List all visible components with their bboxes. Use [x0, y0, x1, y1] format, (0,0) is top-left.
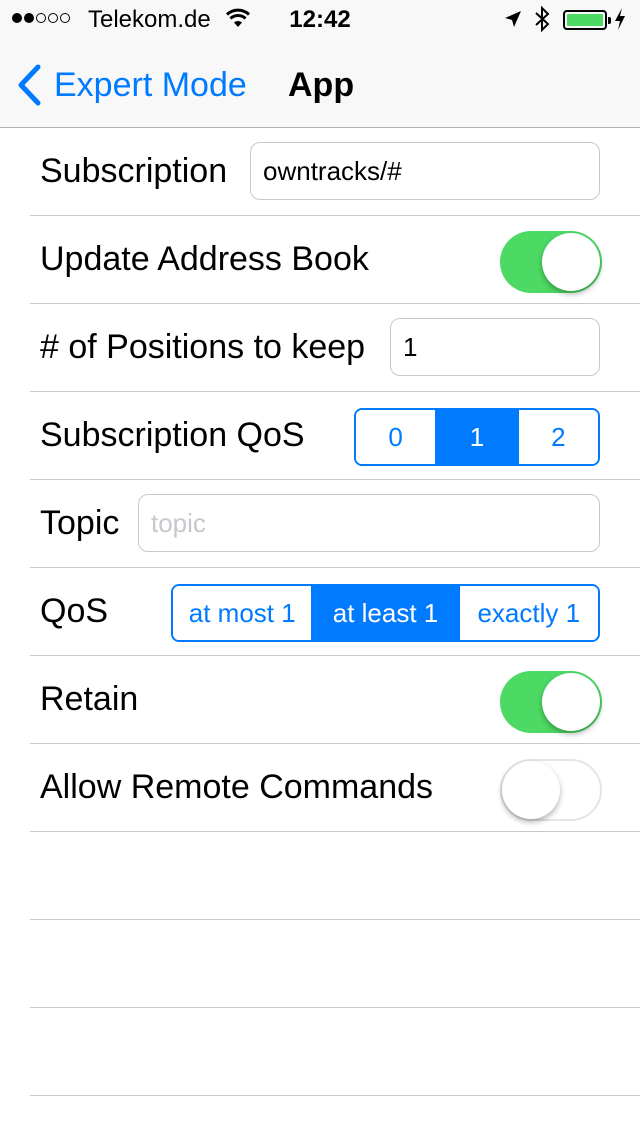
topic-row: Topic: [30, 480, 640, 568]
battery-icon: [563, 10, 611, 30]
positions-to-keep-row: # of Positions to keep: [30, 304, 640, 392]
page-title: App: [288, 66, 355, 104]
topic-field[interactable]: [138, 494, 600, 552]
retain-switch[interactable]: [500, 671, 602, 733]
subscription-row: Subscription: [30, 128, 640, 216]
retain-label: Retain: [40, 680, 139, 718]
navigation-bar: Expert Mode App: [0, 40, 640, 128]
retain-row: Retain: [30, 656, 640, 744]
topic-label: Topic: [40, 504, 120, 542]
subscription-field[interactable]: [250, 142, 600, 200]
subscription-qos-segmented-control: 0 1 2: [354, 408, 600, 466]
allow-remote-commands-label: Allow Remote Commands: [40, 768, 434, 806]
qos-option[interactable]: at least 1: [311, 586, 458, 640]
positions-to-keep-field[interactable]: [390, 318, 600, 376]
bluetooth-icon: [534, 5, 550, 37]
subscription-qos-row: Subscription QoS 0 1 2: [30, 392, 640, 480]
update-address-book-row: Update Address Book: [30, 216, 640, 304]
update-address-book-label: Update Address Book: [40, 240, 369, 278]
qos-option[interactable]: at most 1: [173, 586, 312, 640]
back-button-label: Expert Mode: [54, 65, 247, 104]
chevron-left-icon: [16, 64, 42, 106]
status-bar: Telekom.de 12:42: [0, 0, 640, 40]
qos-segmented-control: at most 1 at least 1 exactly 1: [171, 584, 600, 642]
subscription-qos-option[interactable]: 0: [356, 410, 436, 464]
update-address-book-switch[interactable]: [500, 231, 602, 293]
subscription-qos-option[interactable]: 1: [435, 410, 517, 464]
empty-row: [30, 920, 640, 1008]
charging-bolt-icon: [613, 7, 627, 36]
switch-knob: [542, 233, 600, 291]
empty-row: [30, 1008, 640, 1096]
qos-option[interactable]: exactly 1: [457, 586, 598, 640]
allow-remote-commands-switch[interactable]: [500, 759, 602, 821]
battery-level: [567, 14, 603, 26]
back-button[interactable]: Expert Mode: [16, 64, 247, 106]
subscription-qos-label: Subscription QoS: [40, 416, 305, 454]
qos-label: QoS: [40, 592, 109, 630]
subscription-qos-option[interactable]: 2: [516, 410, 598, 464]
positions-to-keep-label: # of Positions to keep: [40, 328, 366, 366]
switch-knob: [502, 761, 560, 819]
settings-table: Subscription Update Address Book # of Po…: [0, 128, 640, 1096]
subscription-label: Subscription: [40, 152, 228, 190]
qos-row: QoS at most 1 at least 1 exactly 1: [30, 568, 640, 656]
location-arrow-icon: [503, 9, 523, 34]
switch-knob: [542, 673, 600, 731]
empty-row: [30, 832, 640, 920]
allow-remote-commands-row: Allow Remote Commands: [30, 744, 640, 832]
